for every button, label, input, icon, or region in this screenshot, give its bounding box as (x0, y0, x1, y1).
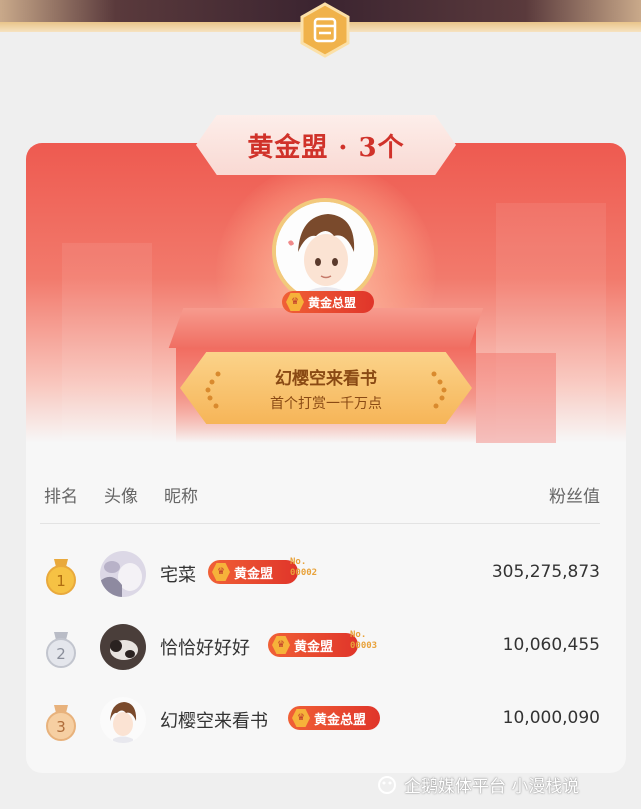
top-supporter-avatar[interactable] (272, 198, 378, 304)
rank-number: 3 (56, 718, 66, 736)
avatar-photo-icon (100, 624, 146, 670)
top-supporter-subtitle: 首个打赏一千万点 (270, 395, 382, 412)
row-nickname[interactable]: 幻樱空来看书 (160, 707, 268, 733)
top-supporter-badge-label: 黄金总盟 (308, 295, 357, 310)
column-fans-value: 粉丝值 (549, 487, 600, 507)
fans-value: 10,060,455 (502, 635, 600, 655)
top-supporter-name[interactable]: 幻樱空来看书 (275, 364, 377, 389)
watermark: 企鹅媒体平台 小漫栈说 (376, 772, 579, 797)
crown-icon: ♛ (286, 293, 304, 311)
serial-number-value: 00002 (290, 568, 318, 578)
column-rank: 排名 (44, 487, 78, 507)
bronze-medal-icon: 3 (46, 705, 76, 741)
serial-number-value: 00003 (350, 641, 378, 651)
header-divider (40, 523, 600, 524)
alliance-badge-label: 黄金盟 (294, 639, 334, 655)
column-nickname: 昵称 (164, 487, 198, 507)
alliance-badge: ♛ 黄金盟 (268, 633, 358, 657)
table-row[interactable]: 1 宅菜 ♛ 黄金盟 No. 00002 305,275,873 (26, 539, 626, 609)
alliance-badge-label: 黄金盟 (234, 566, 274, 582)
table-row[interactable]: 2 恰恰好好好 ♛ 黄金盟 No. 00003 10,060,455 (26, 612, 626, 682)
avatar-photo-icon (100, 551, 146, 597)
crown-icon: ♛ (292, 709, 310, 727)
column-avatar: 头像 (104, 487, 138, 507)
top-emblem-icon (298, 2, 352, 58)
bg-block (62, 243, 152, 443)
avatar[interactable] (100, 551, 146, 597)
fans-value: 305,275,873 (491, 562, 600, 582)
table-header: 排名 头像 昵称 粉丝值 (26, 478, 626, 510)
row-nickname[interactable]: 恰恰好好好 (160, 634, 250, 660)
row-nickname[interactable]: 宅菜 (160, 561, 196, 587)
gold-medal-icon: 1 (46, 559, 76, 595)
silver-medal-icon: 2 (46, 632, 76, 668)
crown-icon: ♛ (272, 636, 290, 654)
serial-number: No. 00003 (350, 630, 377, 652)
penguin-logo-icon (378, 775, 396, 794)
avatar-illustration-icon (276, 202, 374, 300)
top-supporter-badge: ♛ 黄金总盟 (282, 291, 374, 313)
alliance-badge-label: 黄金总盟 (314, 712, 367, 728)
avatar[interactable] (100, 624, 146, 670)
bg-block (476, 353, 556, 443)
table-row[interactable]: 3 幻樱空来看书 ♛ 黄金总盟 10,000,090 (26, 685, 626, 755)
serial-number-label: No. (350, 630, 367, 640)
fans-value: 10,000,090 (502, 708, 600, 728)
title-tab: 黄金盟 · 3个 (196, 115, 456, 175)
avatar-illustration-icon (100, 697, 146, 743)
watermark-text: 企鹅媒体平台 小漫栈说 (404, 777, 580, 797)
rank-number: 1 (56, 572, 66, 590)
page-title: 黄金盟 · 3个 (247, 132, 405, 163)
avatar[interactable] (100, 697, 146, 743)
alliance-badge: ♛ 黄金盟 (208, 560, 298, 584)
rank-number: 2 (56, 645, 66, 663)
alliance-badge: ♛ 黄金总盟 (288, 706, 380, 730)
serial-number-label: No. (290, 557, 307, 567)
serial-number: No. 00002 (290, 557, 317, 579)
crown-icon: ♛ (212, 563, 230, 581)
pedestal-top (168, 308, 484, 348)
top-supporter-plaque: 幻樱空来看书 首个打赏一千万点 (180, 352, 472, 424)
